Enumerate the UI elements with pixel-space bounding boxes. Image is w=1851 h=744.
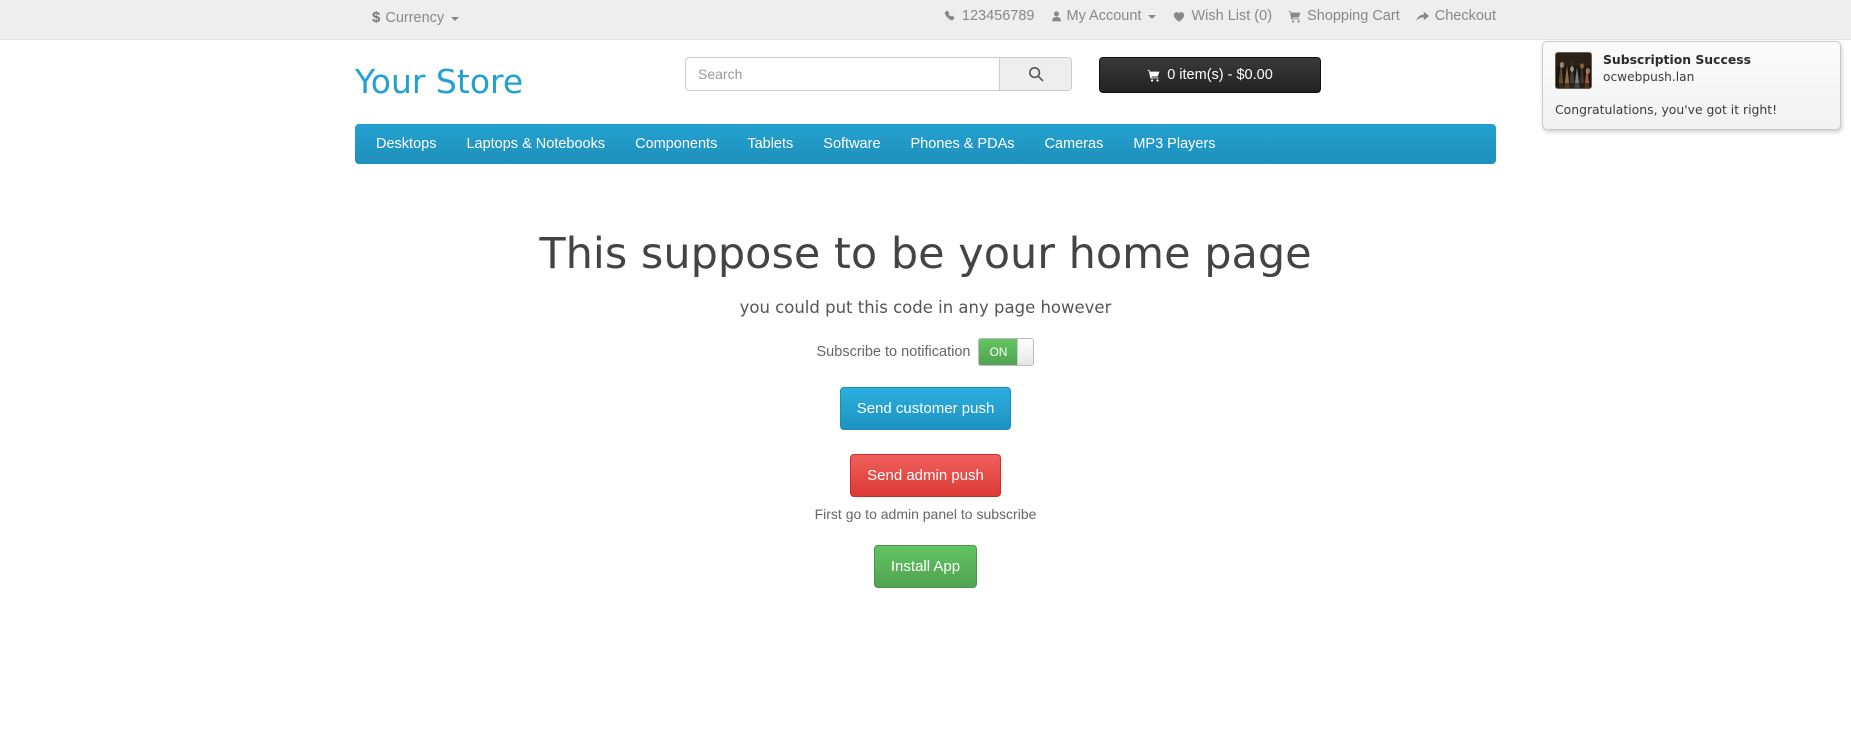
cart-total-label: 0 item(s) - $0.00 (1167, 67, 1273, 83)
cart-icon (1288, 10, 1301, 23)
nav-item-tablets[interactable]: Tablets (732, 124, 808, 164)
top-link-telephone-label: 123456789 (961, 8, 1035, 24)
top-link-my-account[interactable]: My Account (1051, 8, 1157, 24)
page-subtitle: you could put this code in any page howe… (739, 298, 1112, 318)
main-content: This suppose to be your home page you co… (355, 164, 1496, 589)
send-customer-push-button[interactable]: Send customer push (839, 387, 1012, 431)
top-utility-bar-inner: $ Currency 123456789 My Account Wish Lis… (355, 0, 1496, 39)
notification-title: Subscription Success (1603, 52, 1751, 67)
desktop-notification-popup[interactable]: Subscription Success ocwebpush.lan Congr… (1542, 41, 1841, 130)
notification-body: Congratulations, you've got it right! (1555, 102, 1778, 117)
search-input[interactable] (685, 57, 999, 91)
share-arrow-icon (1416, 11, 1429, 21)
cart-total-button[interactable]: 0 item(s) - $0.00 (1099, 57, 1321, 93)
search-icon (1028, 66, 1043, 82)
nav-item-mp3-players[interactable]: MP3 Players (1118, 124, 1230, 164)
chevron-down-icon (1148, 15, 1157, 19)
phone-icon (944, 10, 955, 20)
heart-icon (1174, 11, 1185, 22)
notification-text-block: Subscription Success ocwebpush.lan (1603, 52, 1751, 89)
top-link-shopping-cart-label: Shopping Cart (1307, 8, 1400, 24)
top-links: 123456789 My Account Wish List (0) Shopp… (944, 8, 1496, 24)
search-button[interactable] (999, 57, 1072, 91)
top-link-checkout[interactable]: Checkout (1416, 8, 1496, 24)
top-link-wish-list[interactable]: Wish List (0) (1172, 8, 1272, 24)
site-logo[interactable]: Your Store (355, 62, 523, 101)
currency-dropdown[interactable]: $ Currency (372, 9, 460, 26)
install-app-row: Install App (355, 545, 1496, 589)
send-admin-push-button[interactable]: Send admin push (850, 454, 1001, 498)
subscribe-toggle-knob (1017, 339, 1034, 366)
site-header: Your Store 0 item(s) - $0.00 (355, 40, 1496, 118)
nav-item-cameras[interactable]: Cameras (1030, 124, 1119, 164)
nav-item-laptops-notebooks[interactable]: Laptops & Notebooks (451, 124, 620, 164)
chevron-down-icon (451, 16, 460, 21)
subscribe-label: Subscribe to notification (816, 344, 971, 361)
top-link-checkout-label: Checkout (1434, 8, 1496, 24)
page-title: This suppose to be your home page (539, 229, 1312, 279)
install-app-button[interactable]: Install App (873, 545, 978, 589)
nav-item-desktops[interactable]: Desktops (361, 124, 451, 164)
top-link-my-account-label: My Account (1066, 8, 1142, 24)
subscribe-toggle[interactable]: ON (978, 338, 1035, 367)
top-utility-bar: $ Currency 123456789 My Account Wish Lis… (0, 0, 1851, 40)
search-bar (685, 57, 1072, 91)
currency-label: Currency (385, 9, 445, 26)
nav-item-components[interactable]: Components (620, 124, 732, 164)
subscribe-toggle-state: ON (979, 339, 1018, 366)
user-icon (1051, 10, 1061, 21)
notification-thumbnail-icon (1555, 52, 1592, 89)
nav-item-phones-pdas[interactable]: Phones & PDAs (896, 124, 1030, 164)
notification-origin: ocwebpush.lan (1603, 70, 1695, 84)
nav-item-software[interactable]: Software (808, 124, 895, 164)
admin-push-helper-text: First go to admin panel to subscribe (814, 506, 1037, 523)
dollar-icon: $ (372, 9, 381, 26)
notification-header: Subscription Success ocwebpush.lan (1555, 52, 1828, 89)
cart-icon (1147, 69, 1160, 82)
top-link-wish-list-label: Wish List (0) (1191, 8, 1273, 24)
subscribe-row: Subscribe to notification ON (355, 338, 1496, 367)
top-link-telephone[interactable]: 123456789 (944, 8, 1035, 24)
top-link-shopping-cart[interactable]: Shopping Cart (1288, 8, 1400, 24)
main-navigation: Desktops Laptops & Notebooks Components … (355, 124, 1496, 164)
site-thumbnail-image (1556, 53, 1591, 88)
